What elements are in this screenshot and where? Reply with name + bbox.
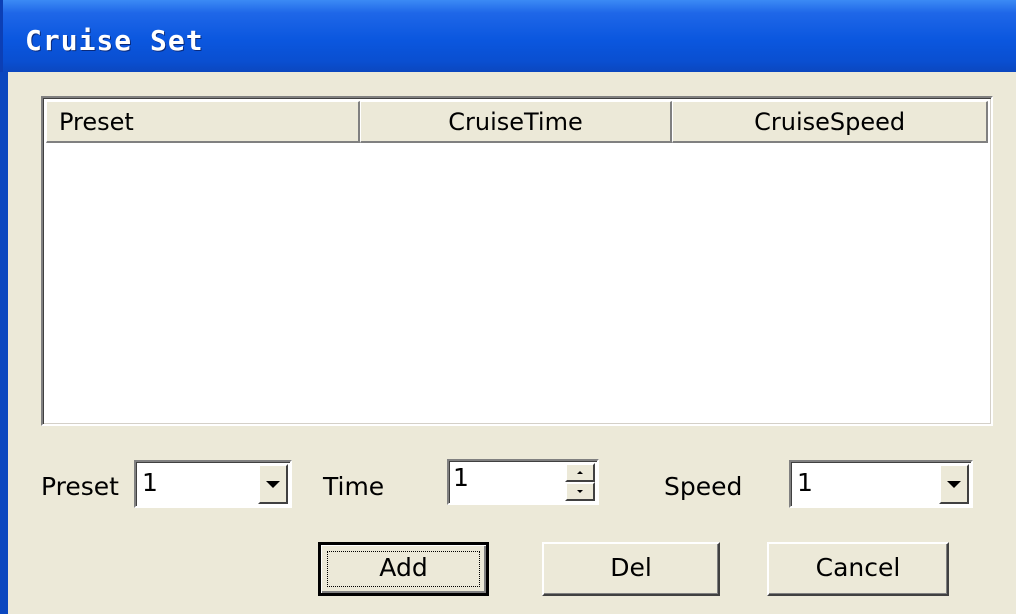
cruise-list[interactable]: Preset CruiseTime CruiseSpeed (41, 96, 993, 426)
column-header-cruise-time[interactable]: CruiseTime (359, 101, 673, 143)
time-increment-button[interactable] (565, 463, 595, 482)
time-spinner-buttons (565, 463, 595, 501)
window-title: Cruise Set (25, 24, 204, 57)
window-left-border (0, 72, 8, 614)
column-header-preset[interactable]: Preset (46, 101, 360, 143)
speed-select[interactable]: 1 (789, 460, 973, 508)
list-header: Preset CruiseTime CruiseSpeed (46, 101, 988, 143)
cancel-button-label: Cancel (815, 553, 901, 582)
chevron-down-icon (947, 480, 961, 488)
speed-select-value: 1 (797, 468, 813, 497)
time-spinner-value: 1 (453, 463, 469, 492)
time-decrement-button[interactable] (565, 482, 595, 501)
speed-label: Speed (664, 472, 743, 501)
cancel-button[interactable]: Cancel (767, 542, 949, 596)
chevron-down-icon (266, 480, 280, 488)
time-label: Time (323, 472, 385, 501)
add-button-label: Add (379, 553, 428, 582)
preset-select-value: 1 (142, 468, 158, 497)
time-spinner[interactable]: 1 (447, 459, 599, 505)
speed-dropdown-button[interactable] (939, 464, 969, 504)
preset-select[interactable]: 1 (134, 460, 292, 508)
title-bar[interactable]: Cruise Set (0, 0, 1016, 72)
arrow-down-icon (577, 490, 583, 493)
add-button[interactable]: Add (318, 542, 489, 596)
preset-dropdown-button[interactable] (258, 464, 288, 504)
column-header-cruise-speed[interactable]: CruiseSpeed (672, 101, 988, 143)
arrow-up-icon (577, 471, 583, 474)
del-button[interactable]: Del (542, 542, 720, 596)
del-button-label: Del (610, 553, 652, 582)
preset-label: Preset (41, 472, 119, 501)
